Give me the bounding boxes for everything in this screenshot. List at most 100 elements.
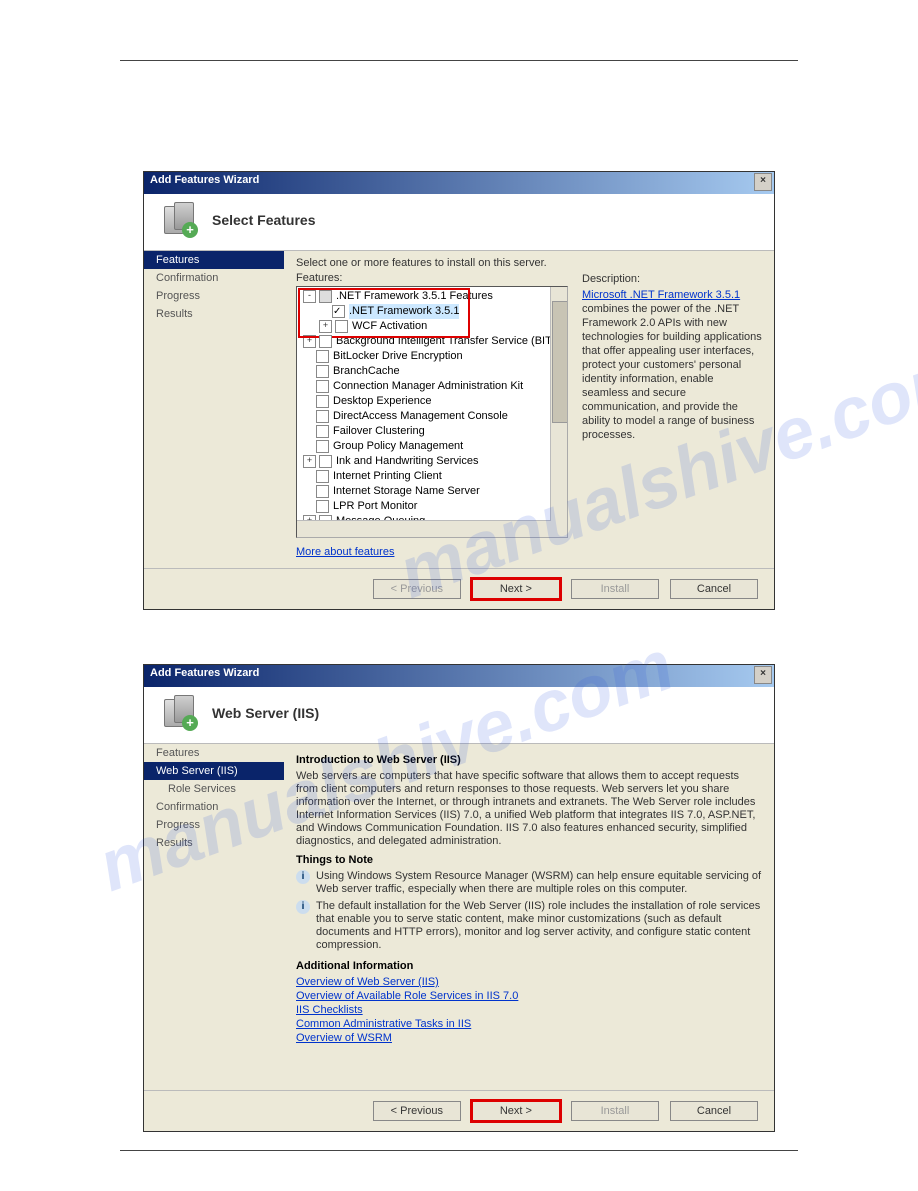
sidebar-item[interactable]: Role Services [144, 780, 284, 798]
checkbox[interactable] [316, 440, 329, 453]
sidebar-item[interactable]: Progress [144, 287, 284, 305]
sidebar-item[interactable]: Confirmation [144, 798, 284, 816]
next-button[interactable]: Next > [472, 1101, 560, 1121]
checkbox[interactable] [316, 395, 329, 408]
horizontal-scrollbar[interactable] [297, 520, 551, 537]
checkbox[interactable] [319, 335, 332, 348]
expand-icon[interactable]: + [303, 455, 316, 468]
dialog-web-server: Add Features Wizard × + Web Server (IIS)… [143, 664, 775, 1132]
additional-links: Overview of Web Server (IIS) Overview of … [296, 976, 762, 1044]
note-text: The default installation for the Web Ser… [316, 900, 762, 952]
tree-item[interactable]: LPR Port Monitor [299, 499, 565, 514]
tree-item[interactable]: .NET Framework 3.5.1 [299, 304, 565, 319]
tree-item-label: BitLocker Drive Encryption [333, 349, 463, 364]
button-bar: < Previous Next > Install Cancel [144, 1090, 774, 1131]
tree-item[interactable]: BranchCache [299, 364, 565, 379]
sidebar-item[interactable]: Confirmation [144, 269, 284, 287]
tree-item[interactable]: Internet Storage Name Server [299, 484, 565, 499]
window-title: Add Features Wizard [150, 174, 259, 186]
sidebar-item[interactable]: Features [144, 251, 284, 269]
checkbox[interactable] [316, 485, 329, 498]
info-link[interactable]: Overview of Web Server (IIS) [296, 976, 762, 988]
tree-item[interactable]: + WCF Activation [299, 319, 565, 334]
dialog-header: + Web Server (IIS) [144, 687, 774, 744]
info-link[interactable]: Overview of Available Role Services in I… [296, 990, 762, 1002]
description-text: Microsoft .NET Framework 3.5.1 combines … [582, 288, 762, 442]
tree-item[interactable]: Desktop Experience [299, 394, 565, 409]
more-about-features-link[interactable]: More about features [296, 546, 394, 558]
sidebar-item[interactable]: Results [144, 834, 284, 852]
install-button: Install [571, 1101, 659, 1121]
wizard-sidebar: FeaturesConfirmationProgressResults [144, 251, 284, 568]
window-title: Add Features Wizard [150, 667, 259, 679]
wizard-sidebar: FeaturesWeb Server (IIS)Role ServicesCon… [144, 744, 284, 1090]
intro-title: Introduction to Web Server (IIS) [296, 754, 762, 766]
top-rule [120, 60, 798, 61]
expand-icon[interactable]: + [303, 335, 316, 348]
checkbox[interactable] [316, 500, 329, 513]
install-button: Install [571, 579, 659, 599]
tree-item-label: Internet Storage Name Server [333, 484, 480, 499]
tree-item[interactable]: +Background Intelligent Transfer Service… [299, 334, 565, 349]
tree-item[interactable]: +Ink and Handwriting Services [299, 454, 565, 469]
next-button[interactable]: Next > [472, 579, 560, 599]
things-to-note-title: Things to Note [296, 854, 762, 866]
checkbox[interactable] [319, 290, 332, 303]
note-text: Using Windows System Resource Manager (W… [316, 870, 762, 896]
sidebar-item[interactable]: Features [144, 744, 284, 762]
checkbox[interactable] [316, 470, 329, 483]
vertical-scrollbar[interactable] [550, 287, 567, 537]
previous-button[interactable]: < Previous [373, 1101, 461, 1121]
checkbox[interactable] [316, 380, 329, 393]
tree-item-label: WCF Activation [352, 319, 427, 334]
bottom-rule [120, 1150, 798, 1151]
close-icon[interactable]: × [754, 666, 772, 684]
checkbox[interactable] [319, 455, 332, 468]
cancel-button[interactable]: Cancel [670, 1101, 758, 1121]
info-link[interactable]: Overview of WSRM [296, 1032, 762, 1044]
info-icon: i [296, 870, 310, 884]
tree-item-label: Group Policy Management [333, 439, 463, 454]
note-item: i The default installation for the Web Se… [296, 900, 762, 952]
tree-item-label: BranchCache [333, 364, 400, 379]
tree-item[interactable]: Internet Printing Client [299, 469, 565, 484]
checkbox[interactable] [316, 410, 329, 423]
description-label: Description: [582, 272, 762, 286]
collapse-icon[interactable]: - [303, 290, 316, 303]
dialog-header: + Select Features [144, 194, 774, 251]
tree-item-label: DirectAccess Management Console [333, 409, 508, 424]
tree-item-label: Failover Clustering [333, 424, 425, 439]
info-link[interactable]: Common Administrative Tasks in IIS [296, 1018, 762, 1030]
sidebar-item[interactable]: Progress [144, 816, 284, 834]
server-icon: + [162, 695, 198, 731]
checkbox[interactable] [316, 365, 329, 378]
tree-item-label: LPR Port Monitor [333, 499, 417, 514]
tree-item-label: .NET Framework 3.5.1 [349, 304, 459, 319]
intro-text: Web servers are computers that have spec… [296, 770, 762, 848]
sidebar-item[interactable]: Results [144, 305, 284, 323]
info-link[interactable]: IIS Checklists [296, 1004, 762, 1016]
tree-item-label: Desktop Experience [333, 394, 431, 409]
close-icon[interactable]: × [754, 173, 772, 191]
checkbox[interactable] [316, 425, 329, 438]
info-icon: i [296, 900, 310, 914]
sidebar-item[interactable]: Web Server (IIS) [144, 762, 284, 780]
cancel-button[interactable]: Cancel [670, 579, 758, 599]
checkbox[interactable] [332, 305, 345, 318]
tree-item[interactable]: - .NET Framework 3.5.1 Features [299, 289, 565, 304]
tree-item[interactable]: Group Policy Management [299, 439, 565, 454]
tree-item-label: Internet Printing Client [333, 469, 442, 484]
tree-item[interactable]: Failover Clustering [299, 424, 565, 439]
description-link[interactable]: Microsoft .NET Framework 3.5.1 [582, 289, 740, 301]
tree-item-label: .NET Framework 3.5.1 Features [336, 289, 493, 304]
checkbox[interactable] [316, 350, 329, 363]
header-title: Select Features [212, 212, 316, 228]
expand-icon[interactable]: + [319, 320, 332, 333]
features-tree[interactable]: - .NET Framework 3.5.1 Features.NET Frame… [296, 286, 568, 538]
checkbox[interactable] [335, 320, 348, 333]
tree-item[interactable]: DirectAccess Management Console [299, 409, 565, 424]
tree-item[interactable]: Connection Manager Administration Kit [299, 379, 565, 394]
button-bar: < Previous Next > Install Cancel [144, 568, 774, 609]
header-title: Web Server (IIS) [212, 705, 319, 721]
tree-item[interactable]: BitLocker Drive Encryption [299, 349, 565, 364]
